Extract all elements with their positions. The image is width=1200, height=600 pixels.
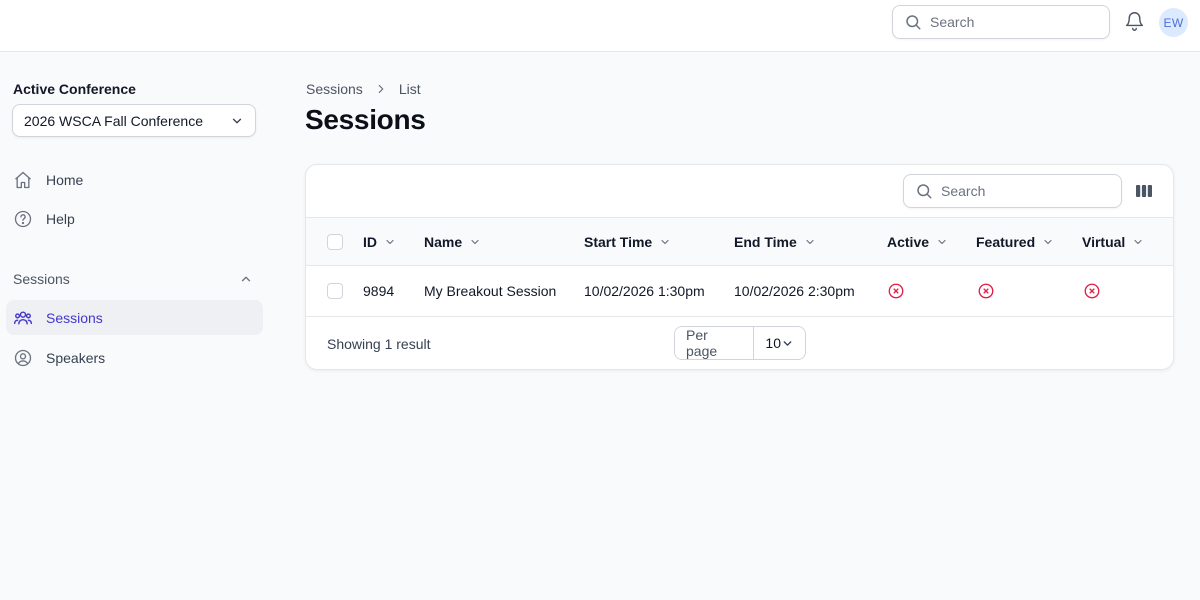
cell-start-time: 10/02/2026 1:30pm <box>584 283 705 299</box>
sidebar-item-label: Speakers <box>46 349 106 366</box>
column-header-start-time[interactable]: Start Time <box>584 218 671 265</box>
sidebar-item-home[interactable]: Home <box>6 162 263 197</box>
chevron-down-icon <box>661 239 669 244</box>
table-header-row: ID Name Start Time End Time Active Featu… <box>306 218 1173 266</box>
per-page-select[interactable]: 10 <box>754 335 805 351</box>
sidebar-item-label: Home <box>46 171 84 188</box>
cell-virtual <box>1083 266 1101 316</box>
chevron-down-icon <box>806 239 814 244</box>
column-header-name[interactable]: Name <box>424 218 481 265</box>
cell-featured <box>977 266 995 316</box>
home-icon <box>15 171 31 188</box>
breadcrumb-link-sessions[interactable]: Sessions <box>306 81 363 97</box>
sidebar-item-label: Sessions <box>46 309 103 326</box>
conference-select-value: 2026 WSCA Fall Conference <box>24 112 203 129</box>
sidebar-group-label: Sessions <box>13 271 70 287</box>
x-circle-icon <box>1084 283 1100 299</box>
chevron-down-icon <box>471 239 479 244</box>
x-circle-icon <box>978 283 994 299</box>
sidebar-item-speakers[interactable]: Speakers <box>6 340 263 375</box>
result-count: Showing 1 result <box>327 336 431 352</box>
column-header-featured[interactable]: Featured <box>976 218 1054 265</box>
breadcrumb: Sessions List <box>306 81 421 97</box>
table-toolbar <box>306 165 1173 218</box>
table-row[interactable]: 9894 My Breakout Session 10/02/2026 1:30… <box>306 266 1173 317</box>
sidebar-group-sessions[interactable]: Sessions <box>13 271 253 287</box>
column-header-id[interactable]: ID <box>363 218 396 265</box>
chevron-down-icon <box>232 118 242 123</box>
active-conference-label: Active Conference <box>13 81 136 97</box>
column-header-label: Featured <box>976 233 1036 250</box>
column-header-active[interactable]: Active <box>887 218 948 265</box>
column-header-label: Virtual <box>1082 233 1126 250</box>
column-header-virtual[interactable]: Virtual <box>1082 218 1144 265</box>
row-checkbox-cell <box>327 266 343 316</box>
table-footer: Showing 1 result Per page 10 <box>306 317 1173 369</box>
search-icon <box>917 184 932 199</box>
cell-end-time: 10/02/2026 2:30pm <box>734 283 855 299</box>
per-page-value: 10 <box>765 335 781 351</box>
per-page-label: Per page <box>675 327 755 359</box>
user-avatar[interactable]: EW <box>1159 8 1188 37</box>
chevron-down-icon <box>1044 239 1052 244</box>
sessions-table-card: ID Name Start Time End Time Active Featu… <box>305 164 1174 370</box>
sidebar: Active Conference 2026 WSCA Fall Confere… <box>0 52 270 600</box>
sidebar-item-label: Help <box>46 210 75 227</box>
table-search-field[interactable] <box>903 174 1122 208</box>
select-all-checkbox-cell <box>327 218 343 265</box>
column-header-label: Start Time <box>584 233 653 250</box>
sidebar-item-help[interactable]: Help <box>6 201 263 236</box>
column-header-end-time[interactable]: End Time <box>734 218 816 265</box>
global-search-field[interactable] <box>892 5 1110 39</box>
column-header-label: Name <box>424 233 463 250</box>
conference-select[interactable]: 2026 WSCA Fall Conference <box>12 104 256 137</box>
top-bar: EW <box>0 0 1200 52</box>
chevron-down-icon <box>938 239 946 244</box>
user-circle-icon <box>14 349 32 366</box>
bell-icon[interactable] <box>1124 11 1145 32</box>
cell-name: My Breakout Session <box>424 283 557 299</box>
users-group-icon <box>13 310 33 325</box>
column-header-label: Active <box>887 233 930 250</box>
chevron-down-icon <box>783 340 792 346</box>
per-page-control: Per page 10 <box>674 326 806 360</box>
chevron-up-icon <box>241 276 251 282</box>
chevron-down-icon <box>386 239 394 244</box>
columns-icon[interactable] <box>1135 182 1153 200</box>
cell-active <box>887 266 905 316</box>
column-header-label: ID <box>363 233 377 250</box>
table-search-input[interactable] <box>941 183 1101 199</box>
chevron-down-icon <box>1134 239 1142 244</box>
page-title: Sessions <box>305 104 426 135</box>
x-circle-icon <box>888 283 904 299</box>
global-search-input[interactable] <box>930 14 1090 30</box>
chevron-right-icon <box>378 84 384 94</box>
sidebar-item-sessions[interactable]: Sessions <box>6 300 263 335</box>
column-header-label: End Time <box>734 233 797 250</box>
help-circle-icon <box>14 210 32 227</box>
select-all-checkbox[interactable] <box>327 233 343 250</box>
row-checkbox[interactable] <box>327 283 343 299</box>
search-icon <box>906 15 921 30</box>
breadcrumb-current: List <box>398 81 421 97</box>
cell-id: 9894 <box>363 283 395 299</box>
